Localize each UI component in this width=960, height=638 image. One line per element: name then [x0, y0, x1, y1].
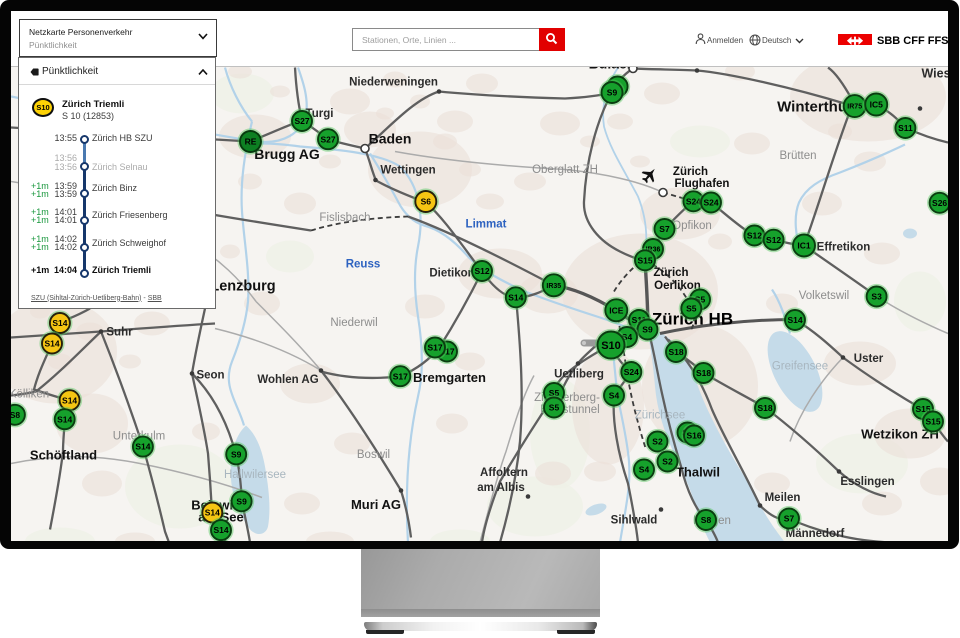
svg-text:am Albis: am Albis [477, 482, 525, 494]
svg-text:S7: S7 [784, 513, 795, 523]
svg-text:Baden: Baden [369, 130, 412, 146]
svg-text:S2: S2 [662, 456, 673, 466]
svg-text:S17: S17 [427, 342, 442, 352]
svg-text:Sihlwald: Sihlwald [611, 514, 658, 526]
svg-text:Wies: Wies [921, 67, 948, 81]
svg-text:Oberglatt ZH: Oberglatt ZH [532, 164, 598, 176]
svg-text:Reuss: Reuss [346, 258, 381, 270]
svg-text:S15: S15 [637, 255, 652, 265]
svg-text:Zürich: Zürich [673, 166, 708, 178]
svg-text:S6: S6 [421, 196, 432, 206]
svg-text:S8: S8 [11, 409, 20, 419]
svg-text:S8: S8 [701, 515, 712, 525]
svg-text:S17: S17 [393, 371, 408, 381]
svg-text:S15: S15 [925, 416, 940, 426]
svg-text:S14: S14 [62, 395, 77, 405]
svg-text:IC5: IC5 [870, 99, 884, 109]
svg-text:S12: S12 [766, 234, 781, 244]
svg-text:Greifensee: Greifensee [772, 360, 828, 372]
svg-text:Brütten: Brütten [779, 150, 816, 162]
svg-text:Seon: Seon [196, 369, 224, 381]
svg-text:Affoltern: Affoltern [480, 467, 528, 479]
svg-text:S7: S7 [659, 224, 670, 234]
svg-text:Limmat: Limmat [466, 218, 507, 230]
svg-text:S4: S4 [639, 464, 650, 474]
svg-text:Männedorf: Männedorf [786, 528, 845, 540]
svg-text:S12: S12 [747, 230, 762, 240]
svg-text:S16: S16 [686, 430, 701, 440]
svg-text:IR35: IR35 [546, 282, 561, 289]
svg-text:Esslingen: Esslingen [840, 476, 894, 488]
svg-text:S18: S18 [668, 347, 683, 357]
svg-text:Effretikon: Effretikon [817, 241, 871, 253]
svg-text:S9: S9 [231, 449, 242, 459]
svg-text:S14: S14 [57, 414, 72, 424]
svg-text:S3: S3 [871, 291, 882, 301]
svg-text:S4: S4 [609, 390, 620, 400]
svg-text:Dietikon: Dietikon [429, 267, 474, 279]
svg-text:Kölliken: Kölliken [11, 388, 49, 400]
svg-text:S26: S26 [932, 197, 947, 207]
svg-text:Schöftland: Schöftland [30, 447, 97, 462]
svg-text:S5: S5 [686, 303, 697, 313]
svg-text:Wohlen AG: Wohlen AG [257, 374, 318, 386]
svg-text:Thalwil: Thalwil [676, 464, 720, 479]
svg-text:IC1: IC1 [797, 240, 811, 250]
svg-text:Lenzburg: Lenzburg [210, 278, 275, 294]
svg-text:Meilen: Meilen [765, 492, 801, 504]
svg-text:Bremgarten: Bremgarten [413, 370, 486, 385]
svg-text:Zürich: Zürich [653, 267, 688, 279]
svg-text:S11: S11 [898, 123, 913, 133]
svg-text:IR75: IR75 [847, 103, 862, 110]
svg-text:Opfikon: Opfikon [672, 220, 712, 232]
svg-text:Volketswil: Volketswil [799, 290, 850, 302]
svg-text:S24: S24 [703, 197, 718, 207]
svg-text:Niederweningen: Niederweningen [349, 76, 438, 88]
svg-text:Uetliberg: Uetliberg [554, 368, 604, 380]
svg-text:S14: S14 [787, 315, 802, 325]
svg-text:Uster: Uster [854, 353, 884, 365]
svg-text:Zürichsee: Zürichsee [635, 409, 686, 421]
svg-text:S9: S9 [236, 496, 247, 506]
svg-text:Niederwil: Niederwil [330, 317, 377, 329]
svg-text:S14: S14 [135, 441, 150, 451]
svg-text:S14: S14 [213, 525, 228, 535]
svg-text:Muri AG: Muri AG [351, 497, 401, 512]
svg-text:S14: S14 [205, 507, 220, 517]
svg-text:S14: S14 [508, 292, 523, 302]
svg-text:S14: S14 [44, 338, 59, 348]
svg-text:Fislisbach: Fislisbach [319, 212, 370, 224]
svg-text:S18: S18 [757, 403, 772, 413]
svg-text:S12: S12 [474, 266, 489, 276]
svg-text:S14: S14 [52, 318, 67, 328]
svg-text:ICE: ICE [609, 305, 624, 315]
svg-text:Flughafen: Flughafen [675, 178, 730, 190]
svg-text:Brugg AG: Brugg AG [254, 146, 320, 162]
svg-text:Boswil: Boswil [357, 449, 390, 461]
svg-text:S2: S2 [652, 436, 663, 446]
svg-text:RE: RE [245, 136, 257, 146]
svg-text:S27: S27 [320, 134, 335, 144]
svg-text:Suhr: Suhr [106, 326, 133, 338]
svg-text:S9: S9 [642, 324, 653, 334]
svg-text:S27: S27 [294, 116, 309, 126]
svg-text:S10: S10 [601, 339, 621, 351]
svg-text:S9: S9 [607, 87, 618, 97]
svg-text:S24: S24 [624, 367, 639, 377]
svg-text:Hallwilersee: Hallwilersee [224, 469, 286, 481]
svg-text:Wettingen: Wettingen [380, 164, 435, 176]
svg-text:S5: S5 [549, 402, 560, 412]
svg-text:S18: S18 [696, 368, 711, 378]
